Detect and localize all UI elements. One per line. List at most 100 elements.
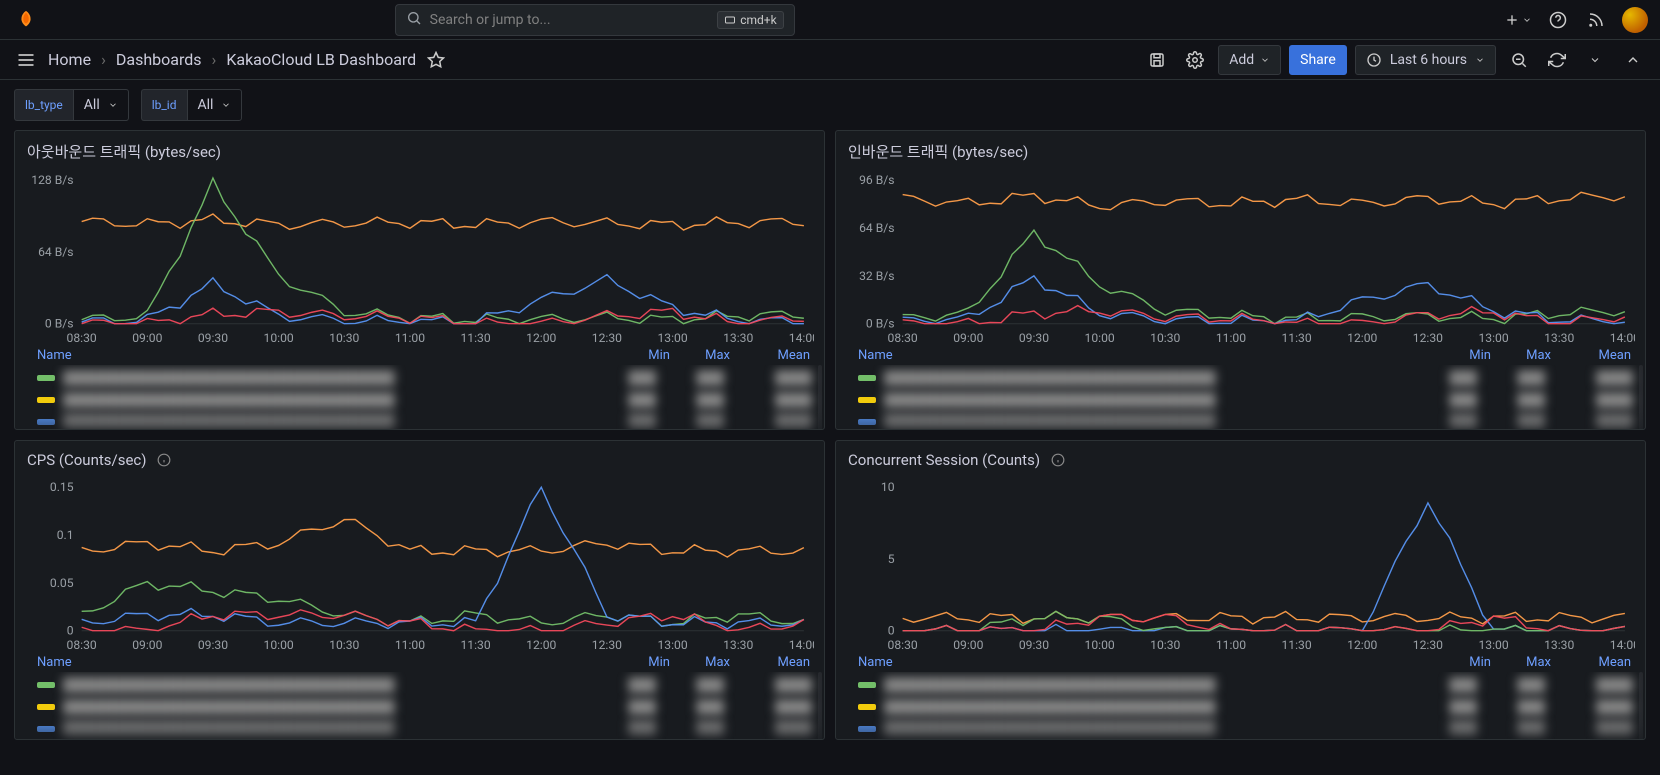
share-button[interactable]: Share: [1289, 45, 1347, 75]
legend-col-max[interactable]: Max: [1491, 655, 1551, 670]
legend-mean: ████: [1553, 677, 1633, 693]
crumb-home[interactable]: Home: [48, 50, 91, 69]
legend-swatch: [37, 397, 55, 403]
legend-row[interactable]: ████████████████████████████████████ ███…: [858, 411, 1633, 430]
legend-col-min[interactable]: Min: [610, 655, 670, 670]
breadcrumb: Home › Dashboards › KakaoCloud LB Dashbo…: [48, 50, 416, 69]
add-panel-button[interactable]: Add: [1218, 45, 1281, 75]
zoom-out-icon[interactable]: [1504, 45, 1534, 75]
legend-row[interactable]: ████████████████████████████████████ ███…: [37, 718, 812, 740]
legend-series-name: ████████████████████████████████████: [884, 677, 1409, 693]
legend-max: ███: [1485, 699, 1545, 715]
legend-series-name: ████████████████████████████████████: [63, 392, 588, 408]
chart[interactable]: 00.050.10.1508:3009:0009:3010:0010:3011:…: [15, 475, 824, 653]
legend-series-name: ████████████████████████████████████: [63, 699, 588, 715]
legend-row[interactable]: ████████████████████████████████████ ███…: [858, 367, 1633, 389]
chart[interactable]: 051008:3009:0009:3010:0010:3011:0011:301…: [836, 475, 1645, 653]
legend-min: ███: [596, 677, 656, 693]
legend-row[interactable]: ████████████████████████████████████ ███…: [37, 411, 812, 430]
crumb-dashboards[interactable]: Dashboards: [116, 50, 202, 69]
svg-text:13:30: 13:30: [723, 638, 753, 652]
svg-text:09:30: 09:30: [1019, 331, 1049, 345]
refresh-icon[interactable]: [1542, 45, 1572, 75]
svg-text:10: 10: [881, 481, 895, 494]
legend-row[interactable]: ████████████████████████████████████ ███…: [37, 389, 812, 411]
svg-text:12:00: 12:00: [1347, 331, 1377, 345]
settings-icon[interactable]: [1180, 45, 1210, 75]
dashboard-panel[interactable]: 아웃바운드 트래픽 (bytes/sec)0 B/s64 B/s128 B/s0…: [14, 130, 825, 430]
svg-text:09:30: 09:30: [198, 331, 228, 345]
legend-swatch: [858, 682, 876, 688]
legend-col-mean[interactable]: Mean: [1551, 655, 1631, 670]
legend-mean: ████: [732, 677, 812, 693]
chart[interactable]: 0 B/s32 B/s64 B/s96 B/s08:3009:0009:3010…: [836, 168, 1645, 346]
menu-toggle-icon[interactable]: [12, 46, 40, 74]
legend-row[interactable]: ████████████████████████████████████ ███…: [37, 674, 812, 696]
legend-row[interactable]: ████████████████████████████████████ ███…: [37, 367, 812, 389]
panel-title: 아웃바운드 트래픽 (bytes/sec): [15, 131, 824, 168]
rss-icon[interactable]: [1584, 8, 1608, 32]
refresh-interval-chevron-icon[interactable]: [1580, 45, 1610, 75]
svg-text:14:00: 14:00: [789, 638, 814, 652]
grafana-logo-icon[interactable]: [12, 6, 40, 34]
dashboard-panel[interactable]: Concurrent Session (Counts)051008:3009:0…: [835, 440, 1646, 740]
legend-mean: ████: [732, 721, 812, 737]
panel-title: 인바운드 트래픽 (bytes/sec): [836, 131, 1645, 168]
legend-header: Name Min Max Mean: [15, 653, 824, 672]
legend-col-mean[interactable]: Mean: [1551, 348, 1631, 363]
svg-text:12:30: 12:30: [1413, 638, 1443, 652]
info-icon[interactable]: [156, 452, 172, 468]
legend-series-name: ████████████████████████████████████: [884, 414, 1409, 430]
legend-col-mean[interactable]: Mean: [730, 655, 810, 670]
svg-text:5: 5: [888, 552, 895, 566]
global-search[interactable]: Search or jump to... cmd+k: [395, 4, 795, 36]
svg-text:0.15: 0.15: [50, 481, 74, 494]
legend-row[interactable]: ████████████████████████████████████ ███…: [858, 674, 1633, 696]
user-avatar[interactable]: [1622, 7, 1648, 33]
time-range-picker[interactable]: Last 6 hours: [1355, 45, 1496, 75]
legend-mean: ████: [732, 370, 812, 386]
svg-text:09:00: 09:00: [132, 331, 162, 345]
legend-col-min[interactable]: Min: [610, 348, 670, 363]
scrollbar[interactable]: [818, 672, 822, 740]
legend-col-max[interactable]: Max: [1491, 348, 1551, 363]
legend-min: ███: [1417, 699, 1477, 715]
scrollbar[interactable]: [1639, 365, 1643, 430]
dashboard-panel[interactable]: CPS (Counts/sec)00.050.10.1508:3009:0009…: [14, 440, 825, 740]
legend-body: ████████████████████████████████████ ███…: [836, 365, 1645, 430]
svg-text:09:30: 09:30: [1019, 638, 1049, 652]
chart[interactable]: 0 B/s64 B/s128 B/s08:3009:0009:3010:0010…: [15, 168, 824, 346]
svg-text:11:00: 11:00: [1216, 638, 1246, 652]
legend-row[interactable]: ████████████████████████████████████ ███…: [858, 718, 1633, 740]
legend-col-min[interactable]: Min: [1431, 655, 1491, 670]
legend-series-name: ████████████████████████████████████: [884, 370, 1409, 386]
legend-col-name[interactable]: Name: [37, 348, 610, 363]
legend-row[interactable]: ████████████████████████████████████ ███…: [858, 696, 1633, 718]
scrollbar[interactable]: [1639, 672, 1643, 740]
legend-row[interactable]: ████████████████████████████████████ ███…: [858, 389, 1633, 411]
legend-col-name[interactable]: Name: [858, 655, 1431, 670]
info-icon[interactable]: [1050, 452, 1066, 468]
legend-max: ███: [1485, 370, 1545, 386]
legend-col-min[interactable]: Min: [1431, 348, 1491, 363]
legend-swatch: [858, 375, 876, 381]
variable-lb-id[interactable]: lb_id All: [141, 89, 243, 121]
legend-swatch: [37, 726, 55, 732]
legend-col-name[interactable]: Name: [37, 655, 610, 670]
legend-col-max[interactable]: Max: [670, 655, 730, 670]
legend-col-name[interactable]: Name: [858, 348, 1431, 363]
legend-swatch: [37, 704, 55, 710]
variable-lb-type[interactable]: lb_type All: [14, 89, 129, 121]
legend-col-max[interactable]: Max: [670, 348, 730, 363]
legend-max: ███: [1485, 392, 1545, 408]
collapse-kiosk-icon[interactable]: [1618, 45, 1648, 75]
scrollbar[interactable]: [818, 365, 822, 430]
star-icon[interactable]: [424, 48, 448, 72]
help-icon[interactable]: [1546, 8, 1570, 32]
save-dashboard-icon[interactable]: [1142, 45, 1172, 75]
legend-row[interactable]: ████████████████████████████████████ ███…: [37, 696, 812, 718]
legend-col-mean[interactable]: Mean: [730, 348, 810, 363]
add-new-menu[interactable]: [1504, 12, 1532, 28]
svg-text:08:30: 08:30: [888, 331, 918, 345]
dashboard-panel[interactable]: 인바운드 트래픽 (bytes/sec)0 B/s32 B/s64 B/s96 …: [835, 130, 1646, 430]
